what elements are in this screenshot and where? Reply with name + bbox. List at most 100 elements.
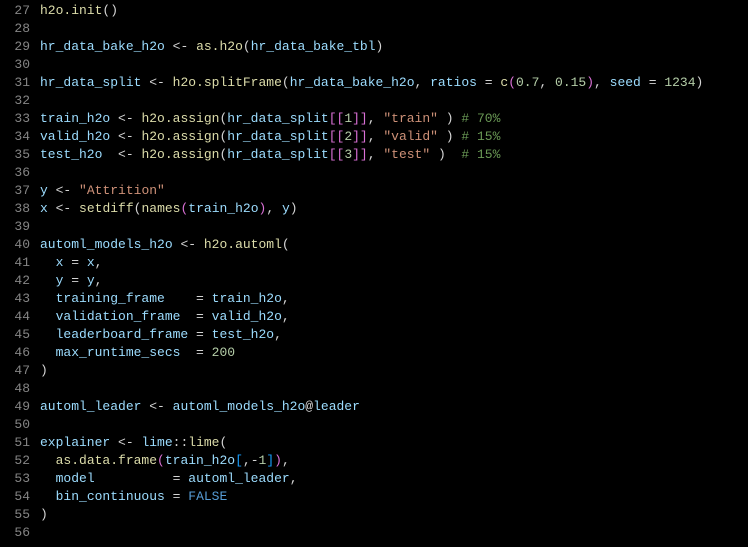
code-token: hr_data_split bbox=[40, 75, 141, 90]
code-line[interactable] bbox=[40, 92, 748, 110]
code-line[interactable]: automl_models_h2o <- h2o.automl( bbox=[40, 236, 748, 254]
code-token bbox=[102, 147, 118, 162]
code-token: 200 bbox=[212, 345, 235, 360]
code-line[interactable]: explainer <- lime::lime( bbox=[40, 434, 748, 452]
line-number: 50 bbox=[0, 416, 30, 434]
code-token: "train" bbox=[383, 111, 438, 126]
code-token bbox=[71, 183, 79, 198]
code-line[interactable]: ) bbox=[40, 362, 748, 380]
code-token: () bbox=[102, 3, 118, 18]
code-line[interactable] bbox=[40, 56, 748, 74]
code-token: , bbox=[290, 471, 298, 486]
line-number: 55 bbox=[0, 506, 30, 524]
line-number: 48 bbox=[0, 380, 30, 398]
code-token: leader bbox=[313, 399, 360, 414]
code-line[interactable]: hr_data_split <- h2o.splitFrame(hr_data_… bbox=[40, 74, 748, 92]
line-number: 47 bbox=[0, 362, 30, 380]
code-token: ( bbox=[157, 453, 165, 468]
code-token bbox=[40, 489, 56, 504]
code-line[interactable] bbox=[40, 416, 748, 434]
code-token: , bbox=[594, 75, 610, 90]
line-number: 36 bbox=[0, 164, 30, 182]
code-line[interactable]: train_h2o <- h2o.assign(hr_data_split[[1… bbox=[40, 110, 748, 128]
code-line[interactable]: training_frame = train_h2o, bbox=[40, 290, 748, 308]
code-line[interactable] bbox=[40, 524, 748, 542]
code-token bbox=[430, 147, 438, 162]
code-token: hr_data_split bbox=[227, 147, 328, 162]
line-number: 41 bbox=[0, 254, 30, 272]
code-token: ( bbox=[220, 435, 228, 450]
line-number-gutter: 2728293031323334353637383940414243444546… bbox=[0, 2, 40, 547]
code-line[interactable]: y = y, bbox=[40, 272, 748, 290]
code-token: automl_models_h2o bbox=[40, 237, 173, 252]
code-token: 2 bbox=[344, 129, 352, 144]
code-token bbox=[165, 489, 173, 504]
line-number: 38 bbox=[0, 200, 30, 218]
code-line[interactable]: model = automl_leader, bbox=[40, 470, 748, 488]
code-token: , bbox=[266, 201, 282, 216]
line-number: 52 bbox=[0, 452, 30, 470]
code-token bbox=[110, 435, 118, 450]
code-token bbox=[48, 201, 56, 216]
code-token bbox=[40, 291, 56, 306]
code-line[interactable] bbox=[40, 218, 748, 236]
code-line[interactable]: max_runtime_secs = 200 bbox=[40, 344, 748, 362]
code-token: , bbox=[95, 273, 103, 288]
code-token: , bbox=[368, 147, 384, 162]
code-line[interactable]: valid_h2o <- h2o.assign(hr_data_split[[2… bbox=[40, 128, 748, 146]
code-line[interactable]: test_h2o <- h2o.assign(hr_data_split[[3]… bbox=[40, 146, 748, 164]
line-number: 28 bbox=[0, 20, 30, 38]
code-line[interactable]: x <- setdiff(names(train_h2o), y) bbox=[40, 200, 748, 218]
code-line[interactable]: hr_data_bake_h2o <- as.h2o(hr_data_bake_… bbox=[40, 38, 748, 56]
code-token: ]] bbox=[352, 129, 368, 144]
code-token: seed bbox=[610, 75, 641, 90]
code-line[interactable]: automl_leader <- automl_models_h2o@leade… bbox=[40, 398, 748, 416]
code-token: model bbox=[56, 471, 95, 486]
code-line[interactable] bbox=[40, 20, 748, 38]
code-editor[interactable]: 2728293031323334353637383940414243444546… bbox=[0, 0, 748, 547]
code-line[interactable]: leaderboard_frame = test_h2o, bbox=[40, 326, 748, 344]
code-line[interactable]: as.data.frame(train_h2o[,-1]), bbox=[40, 452, 748, 470]
code-token: hr_data_bake_h2o bbox=[290, 75, 415, 90]
code-token bbox=[204, 345, 212, 360]
code-token: ) bbox=[290, 201, 298, 216]
code-token bbox=[188, 39, 196, 54]
line-number: 31 bbox=[0, 74, 30, 92]
code-line[interactable] bbox=[40, 380, 748, 398]
code-token: <- bbox=[118, 147, 134, 162]
code-line[interactable]: ) bbox=[40, 506, 748, 524]
code-token: - bbox=[251, 453, 259, 468]
code-token: test_h2o bbox=[40, 147, 102, 162]
code-token bbox=[165, 75, 173, 90]
code-token bbox=[438, 111, 446, 126]
code-token: ( bbox=[243, 39, 251, 54]
code-token: 0.15 bbox=[555, 75, 586, 90]
code-token: x bbox=[40, 201, 48, 216]
line-number: 44 bbox=[0, 308, 30, 326]
line-number: 35 bbox=[0, 146, 30, 164]
code-line[interactable]: y <- "Attrition" bbox=[40, 182, 748, 200]
code-line[interactable]: bin_continuous = FALSE bbox=[40, 488, 748, 506]
line-number: 42 bbox=[0, 272, 30, 290]
code-token: h2o.automl bbox=[204, 237, 282, 252]
line-number: 32 bbox=[0, 92, 30, 110]
code-token: = bbox=[196, 327, 204, 342]
code-token: h2o.assign bbox=[141, 129, 219, 144]
code-line[interactable] bbox=[40, 164, 748, 182]
code-line[interactable]: h2o.init() bbox=[40, 2, 748, 20]
code-area[interactable]: h2o.init() hr_data_bake_h2o <- as.h2o(hr… bbox=[40, 2, 748, 547]
code-token: <- bbox=[149, 75, 165, 90]
code-token bbox=[48, 183, 56, 198]
code-token: hr_data_split bbox=[227, 129, 328, 144]
code-token: 1234 bbox=[664, 75, 695, 90]
code-token bbox=[188, 327, 196, 342]
code-token: valid_h2o bbox=[40, 129, 110, 144]
line-number: 27 bbox=[0, 2, 30, 20]
code-line[interactable]: x = x, bbox=[40, 254, 748, 272]
line-number: 33 bbox=[0, 110, 30, 128]
code-token bbox=[204, 327, 212, 342]
code-token: = bbox=[71, 255, 79, 270]
code-line[interactable]: validation_frame = valid_h2o, bbox=[40, 308, 748, 326]
code-token bbox=[196, 237, 204, 252]
code-token: h2o.assign bbox=[141, 111, 219, 126]
